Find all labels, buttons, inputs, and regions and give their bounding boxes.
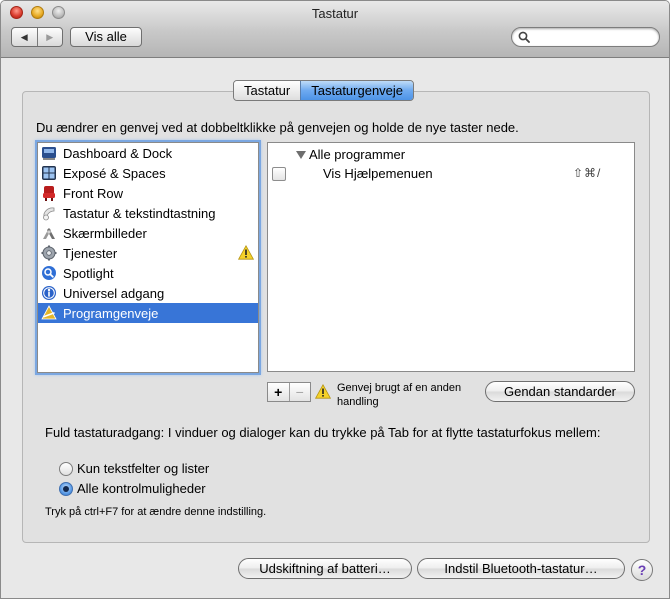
forward-button[interactable]: ▶ xyxy=(36,28,63,46)
category-item-dashboard[interactable]: Dashboard & Dock xyxy=(38,143,258,163)
category-item-services[interactable]: Tjenester xyxy=(38,243,258,263)
battery-replacement-button[interactable]: Udskiftning af batteri… xyxy=(238,558,412,579)
shortcut-group-label: Alle programmer xyxy=(309,147,406,162)
category-label: Tastatur & tekstindtastning xyxy=(63,205,216,221)
remove-shortcut-button[interactable]: − xyxy=(288,383,311,401)
add-remove-control: + − xyxy=(267,382,311,402)
tab-bar: Tastatur Tastaturgenveje xyxy=(233,80,415,101)
back-forward-control: ◀ ▶ xyxy=(11,27,63,47)
titlebar: Tastatur ◀ ▶ Vis alle xyxy=(1,1,669,58)
radio-all-controls[interactable] xyxy=(59,482,73,496)
search-icon xyxy=(518,31,530,43)
window-title: Tastatur xyxy=(311,6,359,21)
keyboard-icon xyxy=(43,207,55,221)
category-list[interactable]: Dashboard & Dock Exposé & Spaces Front R… xyxy=(37,142,259,373)
shortcut-name: Vis Hjælpemenuen xyxy=(323,166,433,181)
screenshot-icon xyxy=(43,228,55,239)
shortcut-group-all-apps[interactable]: Alle programmer xyxy=(296,147,405,162)
warning-icon xyxy=(238,245,254,260)
category-label: Skærmbilleder xyxy=(63,225,147,241)
setup-bluetooth-keyboard-button[interactable]: Indstil Bluetooth-tastatur… xyxy=(417,558,625,579)
shortcut-list[interactable]: Alle programmer Vis Hjælpemenuen ⇧⌘/ xyxy=(267,142,635,372)
category-item-app-shortcuts[interactable]: Programgenveje xyxy=(38,303,258,323)
help-button[interactable]: ? xyxy=(631,559,653,581)
category-item-screenshots[interactable]: Skærmbilleder xyxy=(38,223,258,243)
gear-icon xyxy=(41,245,57,261)
tab-keyboard[interactable]: Tastatur xyxy=(234,81,301,100)
shortcut-keys[interactable]: ⇧⌘/ xyxy=(573,166,601,180)
add-shortcut-button[interactable]: + xyxy=(268,383,289,401)
category-item-spotlight[interactable]: Spotlight xyxy=(38,263,258,283)
category-label: Dashboard & Dock xyxy=(63,145,173,161)
dashboard-icon xyxy=(42,147,56,160)
category-label: Front Row xyxy=(63,185,123,201)
shortcut-enable-checkbox[interactable] xyxy=(272,167,286,181)
category-label: Universel adgang xyxy=(63,285,165,301)
instruction-text: Du ændrer en genvej ved at dobbeltklikke… xyxy=(36,120,519,135)
radio-label-all-controls[interactable]: Alle kontrolmuligheder xyxy=(77,481,206,496)
tab-keyboard-shortcuts[interactable]: Tastaturgenveje xyxy=(300,81,414,100)
search-field[interactable] xyxy=(511,27,660,47)
spotlight-icon xyxy=(42,266,56,280)
search-input[interactable] xyxy=(532,29,656,45)
category-item-keyboard-text[interactable]: Tastatur & tekstindtastning xyxy=(38,203,258,223)
category-label: Exposé & Spaces xyxy=(63,165,166,181)
warning-icon xyxy=(315,384,331,399)
radio-text-fields-only[interactable] xyxy=(59,462,73,476)
disclosure-triangle-icon[interactable] xyxy=(296,151,306,159)
show-all-button[interactable]: Vis alle xyxy=(70,27,142,47)
shortcut-row[interactable]: Vis Hjælpemenuen ⇧⌘/ xyxy=(268,165,634,183)
accessibility-icon xyxy=(42,286,56,300)
category-item-universal-access[interactable]: Universel adgang xyxy=(38,283,258,303)
category-item-expose[interactable]: Exposé & Spaces xyxy=(38,163,258,183)
category-label: Programgenveje xyxy=(63,305,159,321)
full-keyboard-access-text: Fuld tastaturadgang: I vinduer og dialog… xyxy=(45,425,601,440)
conflict-warning-text: Genvej brugt af en anden handling xyxy=(337,382,462,408)
shortcut-hint-text: Tryk på ctrl+F7 for at ændre denne indst… xyxy=(45,506,267,518)
category-item-front-row[interactable]: Front Row xyxy=(38,183,258,203)
app-shortcuts-icon xyxy=(41,305,57,320)
front-row-icon xyxy=(43,186,55,201)
category-label: Spotlight xyxy=(63,265,114,281)
back-button[interactable]: ◀ xyxy=(12,28,37,46)
preferences-window: Tastatur ◀ ▶ Vis alle Tastatur Tastaturg… xyxy=(0,0,670,599)
restore-defaults-button[interactable]: Gendan standarder xyxy=(485,381,635,402)
category-label: Tjenester xyxy=(63,245,118,261)
expose-icon xyxy=(42,166,56,180)
radio-label-text-fields[interactable]: Kun tekstfelter og lister xyxy=(77,461,209,476)
